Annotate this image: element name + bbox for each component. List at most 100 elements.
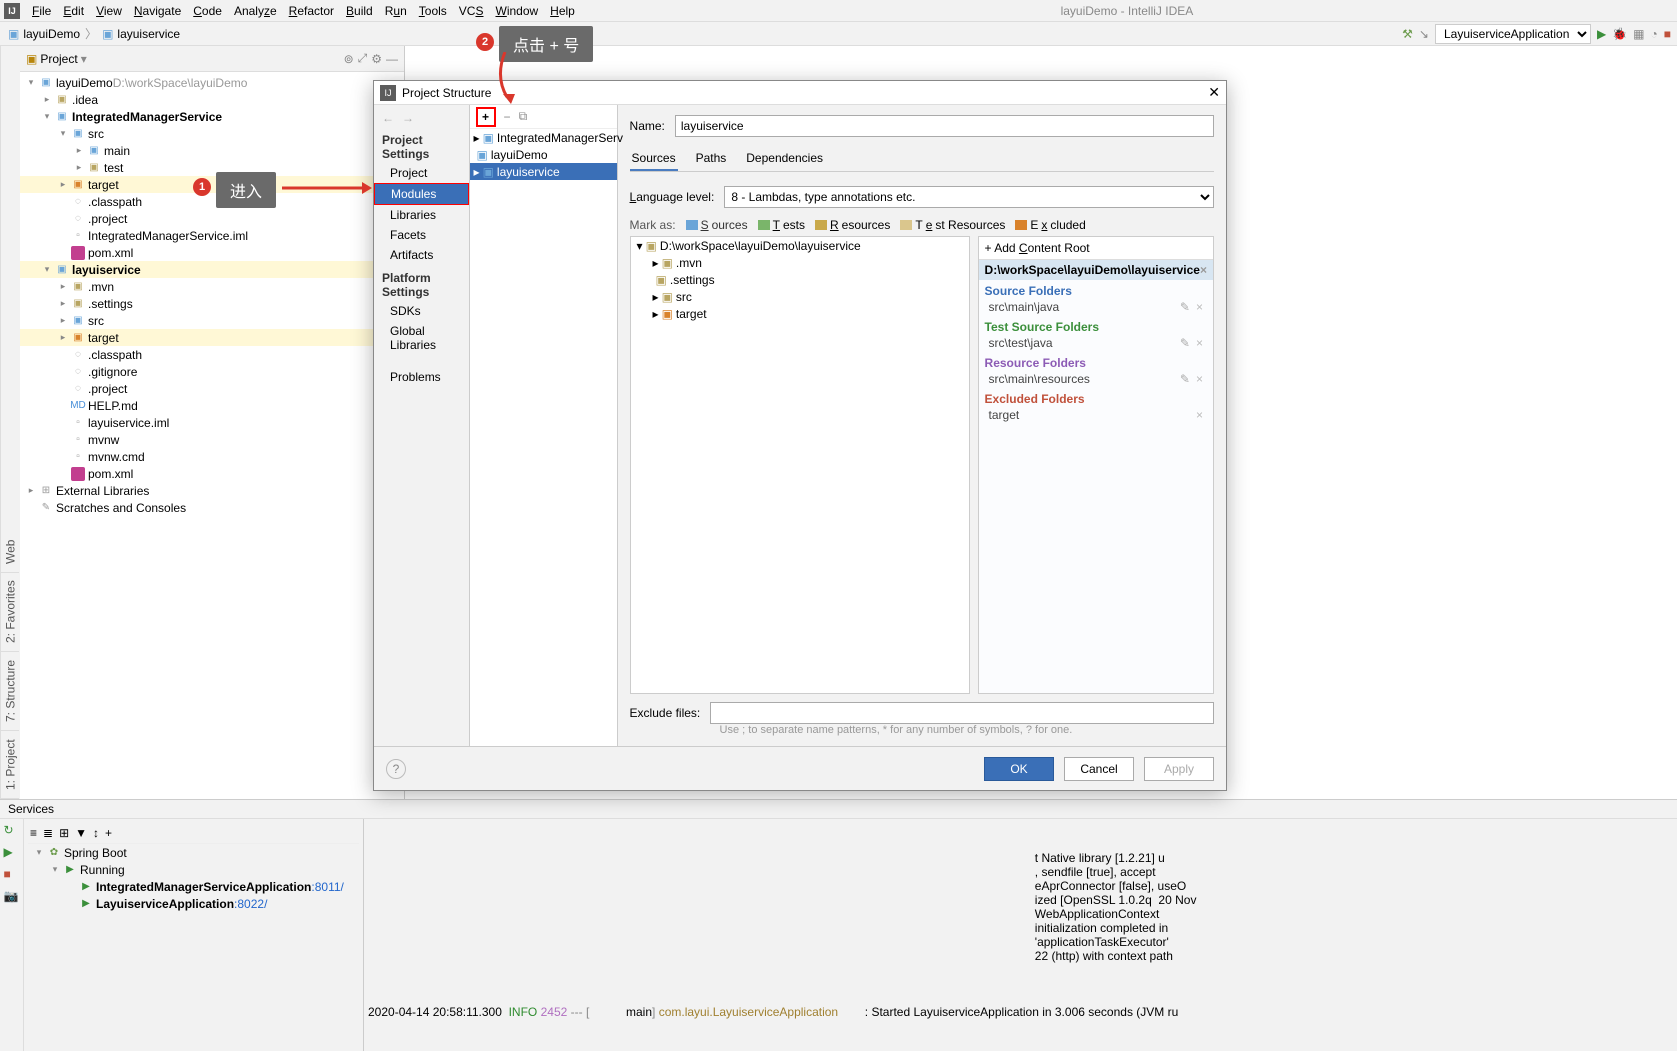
coverage-icon[interactable]: ▦ bbox=[1633, 27, 1644, 41]
tree-twisty-icon[interactable]: ▸ bbox=[653, 290, 659, 304]
tree-row[interactable]: ▸▣test bbox=[20, 159, 404, 176]
tree-twisty-icon[interactable]: ▸ bbox=[474, 165, 480, 179]
remove-icon[interactable]: × bbox=[1196, 300, 1203, 314]
tree-twisty-icon[interactable]: ▸ bbox=[58, 315, 68, 326]
tree-twisty-icon[interactable]: ▾ bbox=[34, 847, 44, 858]
mark-excluded[interactable]: Excluded bbox=[1015, 218, 1085, 232]
locate-icon[interactable]: ⊚ bbox=[344, 52, 354, 66]
remove-root-icon[interactable]: × bbox=[1200, 263, 1207, 277]
remove-icon[interactable]: × bbox=[1196, 408, 1203, 422]
module-row[interactable]: ▸▣IntegratedManagerServ bbox=[470, 129, 617, 146]
tree-row[interactable]: ▾▣src bbox=[20, 125, 404, 142]
tree-twisty-icon[interactable]: ▸ bbox=[42, 94, 52, 105]
profile-icon[interactable]: ◔ bbox=[1651, 27, 1658, 41]
forward-icon[interactable]: → bbox=[402, 111, 414, 125]
help-icon[interactable]: ? bbox=[386, 759, 406, 779]
test-source-folder-item[interactable]: src\test\java✎× bbox=[979, 334, 1213, 352]
menu-analyze[interactable]: Analyze bbox=[228, 4, 283, 18]
nav-facets[interactable]: Facets bbox=[374, 225, 469, 245]
tab-paths[interactable]: Paths bbox=[694, 147, 729, 171]
console-output[interactable]: t Native library [1.2.21] u bbox=[364, 819, 1677, 1051]
remove-icon[interactable]: × bbox=[1196, 372, 1203, 386]
rerun-icon[interactable]: ↻ bbox=[4, 823, 20, 839]
tree-row[interactable]: ◌.gitignore bbox=[20, 363, 404, 380]
module-name-input[interactable] bbox=[675, 115, 1214, 137]
edit-icon[interactable]: ✎ bbox=[1180, 300, 1190, 314]
cancel-button[interactable]: Cancel bbox=[1064, 757, 1134, 781]
nav-modules[interactable]: Modules bbox=[374, 183, 469, 205]
tree-row[interactable]: mpom.xml bbox=[20, 244, 404, 261]
tree-twisty-icon[interactable]: ▸ bbox=[58, 179, 68, 190]
mark-test-resources[interactable]: Test Resources bbox=[900, 218, 1005, 232]
mark-resources[interactable]: Resources bbox=[815, 218, 890, 232]
tree-row[interactable]: ▸▣target bbox=[20, 329, 404, 346]
roots-row[interactable]: ▸▣target bbox=[631, 305, 969, 322]
tree-twisty-icon[interactable]: ▾ bbox=[42, 264, 52, 275]
edit-icon[interactable]: ✎ bbox=[1180, 372, 1190, 386]
project-view-select[interactable]: ▣ Project ▾ bbox=[26, 52, 87, 66]
services-tree[interactable]: ▾✿Spring Boot▾▶Running▶IntegratedManager… bbox=[28, 844, 359, 912]
nav-project[interactable]: Project bbox=[374, 163, 469, 183]
add-content-root[interactable]: + Add Content Root bbox=[979, 237, 1213, 260]
breadcrumb-root[interactable]: ▣ layuiDemo bbox=[6, 27, 82, 41]
mark-sources[interactable]: Sources bbox=[686, 218, 748, 232]
tree-twisty-icon[interactable]: ▸ bbox=[26, 485, 36, 496]
resource-folder-item[interactable]: src\main\resources✎× bbox=[979, 370, 1213, 388]
collapse-all-icon[interactable]: ≣ bbox=[43, 826, 53, 840]
tree-row[interactable]: mpom.xml bbox=[20, 465, 404, 482]
tree-row[interactable]: ▾▶Running bbox=[28, 861, 359, 878]
run-icon[interactable]: ▶ bbox=[1597, 27, 1606, 41]
menu-window[interactable]: Window bbox=[489, 4, 544, 18]
tree-row[interactable]: ▸▣src bbox=[20, 312, 404, 329]
tree-twisty-icon[interactable]: ▸ bbox=[653, 307, 659, 321]
stop-icon[interactable]: ■ bbox=[1664, 27, 1671, 41]
roots-row[interactable]: ▸▣src bbox=[631, 288, 969, 305]
remove-module-button[interactable]: − bbox=[504, 110, 511, 124]
ok-button[interactable]: OK bbox=[984, 757, 1054, 781]
tree-twisty-icon[interactable]: ▸ bbox=[58, 281, 68, 292]
sort-icon[interactable]: ↕ bbox=[93, 826, 99, 840]
tree-twisty-icon[interactable]: ▸ bbox=[653, 256, 659, 270]
tab-sources[interactable]: Sources bbox=[630, 147, 678, 171]
menu-tools[interactable]: Tools bbox=[413, 4, 453, 18]
breadcrumb-child[interactable]: ▣ layuiservice bbox=[100, 27, 182, 41]
filter-icon[interactable]: ▼ bbox=[75, 826, 87, 840]
back-icon[interactable]: ← bbox=[382, 111, 394, 125]
tree-row[interactable]: ▸⊞External Libraries bbox=[20, 482, 404, 499]
menu-build[interactable]: Build bbox=[340, 4, 379, 18]
tree-row[interactable]: ▫layuiservice.iml bbox=[20, 414, 404, 431]
stop-icon[interactable]: ■ bbox=[4, 867, 20, 883]
run-icon[interactable]: ▶ bbox=[4, 845, 20, 861]
menu-navigate[interactable]: Navigate bbox=[128, 4, 187, 18]
mark-tests[interactable]: Tests bbox=[758, 218, 805, 232]
menu-view[interactable]: View bbox=[90, 4, 128, 18]
tree-twisty-icon[interactable]: ▾ bbox=[58, 128, 68, 139]
tool-tab-favorites[interactable]: 2: Favorites bbox=[2, 573, 20, 653]
edit-icon[interactable]: ✎ bbox=[1180, 336, 1190, 350]
tree-row[interactable]: ▾▣IntegratedManagerService bbox=[20, 108, 404, 125]
gear-icon[interactable]: ⚙ bbox=[371, 52, 382, 66]
expand-icon[interactable]: ⤢ bbox=[358, 51, 368, 66]
nav-sdks[interactable]: SDKs bbox=[374, 301, 469, 321]
services-title[interactable]: Services bbox=[0, 800, 1677, 819]
arrow-down-icon[interactable]: ↘ bbox=[1419, 27, 1429, 41]
nav-libraries[interactable]: Libraries bbox=[374, 205, 469, 225]
port-link[interactable]: :8011/ bbox=[311, 880, 343, 894]
exclude-files-input[interactable] bbox=[710, 702, 1214, 724]
roots-row[interactable]: ▣.settings bbox=[631, 271, 969, 288]
tree-row[interactable]: MDHELP.md bbox=[20, 397, 404, 414]
tree-row[interactable]: ▫mvnw bbox=[20, 431, 404, 448]
tree-twisty-icon[interactable]: ▾ bbox=[26, 77, 36, 88]
tab-dependencies[interactable]: Dependencies bbox=[744, 147, 825, 171]
tree-row[interactable]: ◌.classpath bbox=[20, 346, 404, 363]
nav-problems[interactable]: Problems bbox=[374, 367, 469, 387]
tool-tab-web[interactable]: Web bbox=[2, 531, 20, 572]
tree-row[interactable]: ▾▣layuiDemo D:\workSpace\layuiDemo bbox=[20, 74, 404, 91]
expand-all-icon[interactable]: ≡ bbox=[30, 826, 37, 840]
tree-twisty-icon[interactable]: ▸ bbox=[58, 332, 68, 343]
tree-row[interactable]: ▸▣main bbox=[20, 142, 404, 159]
run-config-select[interactable]: LayuiserviceApplication bbox=[1435, 24, 1591, 44]
build-icon[interactable]: ⚒ bbox=[1402, 27, 1413, 41]
debug-icon[interactable]: 🐞 bbox=[1612, 27, 1627, 41]
tree-row[interactable]: ▶LayuiserviceApplication :8022/ bbox=[28, 895, 359, 912]
